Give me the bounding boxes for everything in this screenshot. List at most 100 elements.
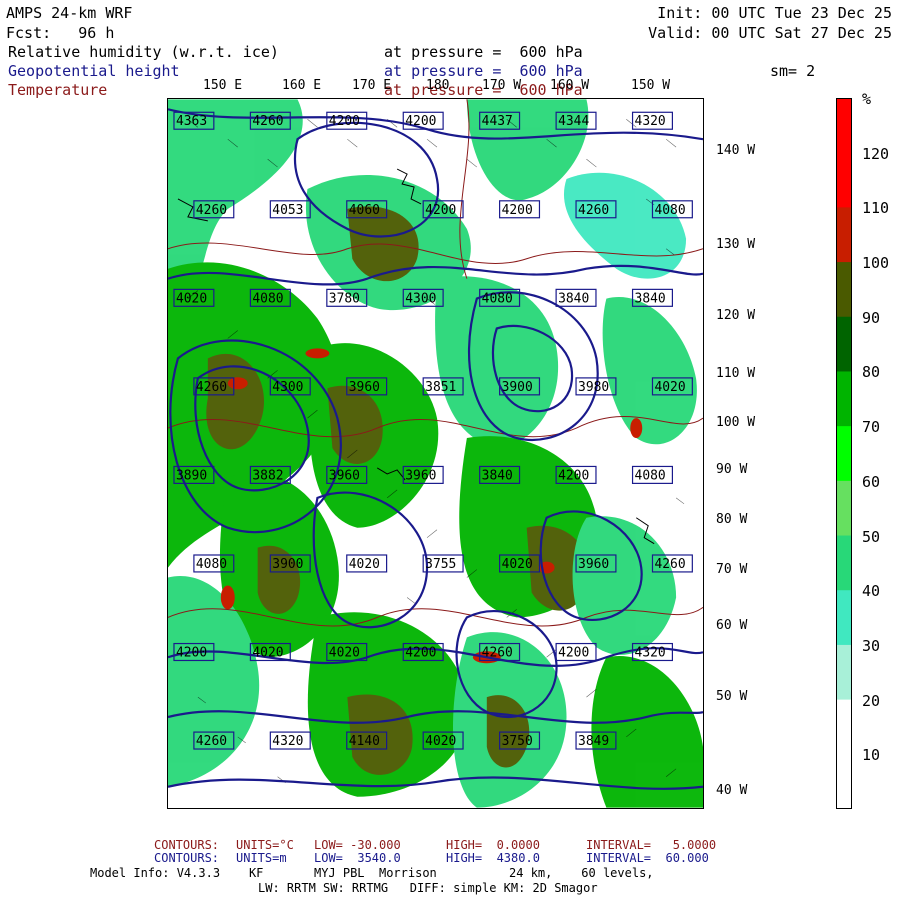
colorbar-swatch	[836, 207, 852, 263]
height-contour-label: 4020	[425, 734, 456, 749]
colorbar-tick-label: 90	[862, 308, 881, 327]
height-contour-label: 3851	[425, 380, 456, 395]
lat-label-70w: 70 W	[716, 562, 748, 577]
footer-height-label: CONTOURS:	[154, 851, 220, 865]
height-contour-label: 4300	[272, 380, 303, 395]
footer-height-units: UNITS=m	[236, 851, 287, 865]
colorbar-tick-label: 10	[862, 746, 881, 765]
height-contour-label: 4320	[635, 114, 666, 129]
height-contour-label: 4200	[558, 645, 589, 660]
colorbar-tick-label: 110	[862, 199, 890, 218]
height-contour-label: 3890	[176, 468, 207, 483]
lat-label-110w: 110 W	[716, 366, 756, 381]
height-contour-label: 3780	[329, 291, 360, 306]
colorbar-swatch	[836, 699, 852, 755]
height-contour-label: 4020	[502, 557, 533, 572]
height-contour-label: 4260	[482, 645, 513, 660]
height-contour-label: 3755	[425, 557, 456, 572]
colorbar-tick-label: 100	[862, 254, 890, 273]
height-contour-label: 4320	[272, 734, 303, 749]
forecast-hour: Fcst: 96 h	[6, 24, 115, 42]
footer-height-low: LOW= 3540.0	[314, 851, 401, 865]
colorbar-swatch	[836, 98, 852, 154]
height-contour-label: 4437	[482, 114, 513, 129]
colorbar-tick-label: 40	[862, 582, 881, 601]
footer-height-high: HIGH= 4380.0	[446, 851, 540, 865]
lon-label-180: 180	[426, 78, 450, 93]
height-contour-label: 4200	[558, 468, 589, 483]
height-contour-label: 4080	[635, 468, 666, 483]
height-contour-label: 4020	[654, 380, 685, 395]
height-contour-label: 4200	[405, 114, 436, 129]
height-contour-label: 4260	[196, 734, 227, 749]
colorbar-tick-label: 60	[862, 472, 881, 491]
height-contour-label: 4200	[405, 645, 436, 660]
footer-temp-interval: INTERVAL= 5.0000	[586, 838, 717, 852]
height-contour-label: 4020	[252, 645, 283, 660]
footer-model-info: Model Info: V4.3.3 KF MYJ PBL Morrison 2…	[90, 866, 654, 880]
height-contour-label: 4320	[635, 645, 666, 660]
lon-label-170w: 170 W	[482, 78, 522, 93]
init-time: Init: 00 UTC Tue 23 Dec 25	[657, 4, 892, 22]
colorbar-swatch	[836, 371, 852, 427]
height-contour-label: 4260	[196, 380, 227, 395]
height-contour-label: 4020	[349, 557, 380, 572]
height-contour-label: 3849	[578, 734, 609, 749]
height-contour-label: 3980	[578, 380, 609, 395]
height-contour-label: 4080	[482, 291, 513, 306]
height-contour-label: 3960	[329, 468, 360, 483]
field-height-name: Geopotential height	[8, 62, 180, 80]
height-contour-label: 3960	[578, 557, 609, 572]
footer-height-interval: INTERVAL= 60.000	[586, 851, 709, 865]
colorbar-tick-label: 20	[862, 691, 881, 710]
height-contour-label: 4260	[654, 557, 685, 572]
height-contour-label: 4260	[252, 114, 283, 129]
colorbar-swatch	[836, 644, 852, 701]
height-contour-label: 4053	[272, 203, 303, 218]
valid-time: Valid: 00 UTC Sat 27 Dec 25	[648, 24, 892, 42]
colorbar-tick-label: 120	[862, 144, 890, 163]
height-contour-label: 3900	[502, 380, 533, 395]
colorbar	[836, 98, 852, 809]
colorbar-swatch	[836, 535, 852, 591]
height-contour-label: 4260	[196, 203, 227, 218]
height-contour-label: 4080	[196, 557, 227, 572]
lat-label-100w: 100 W	[716, 415, 756, 430]
colorbar-swatch	[836, 316, 852, 372]
colorbar-swatch	[836, 754, 852, 809]
footer-temp-low: LOW= -30.000	[314, 838, 401, 852]
height-contour-label: 4344	[558, 114, 589, 129]
height-contour-label: 3900	[272, 557, 303, 572]
field-rh-name: Relative humidity (w.r.t. ice)	[8, 43, 279, 61]
colorbar-swatch	[836, 480, 852, 537]
height-contour-label: 3840	[482, 468, 513, 483]
field-rh-level: at pressure = 600 hPa	[384, 43, 583, 61]
height-contour-label: 3882	[252, 468, 283, 483]
lon-label-160e: 160 E	[282, 78, 322, 93]
height-contour-label: 3750	[502, 734, 533, 749]
height-contour-label: 4200	[329, 114, 360, 129]
lat-label-40w: 40 W	[716, 783, 748, 798]
lat-label-90w: 90 W	[716, 462, 748, 477]
height-contour-label: 3960	[349, 380, 380, 395]
field-temp-name: Temperature	[8, 81, 108, 99]
height-contour-label: 4200	[502, 203, 533, 218]
footer-physics-info: LW: RRTM SW: RRTMG DIFF: simple KM: 2D S…	[258, 881, 598, 895]
colorbar-unit: %	[862, 90, 872, 108]
height-contour-label: 4363	[176, 114, 207, 129]
lon-label-150w: 150 W	[631, 78, 671, 93]
height-contour-label: 4080	[252, 291, 283, 306]
height-contour-label: 4200	[425, 203, 456, 218]
lon-label-170e: 170 E	[352, 78, 392, 93]
lat-label-140w: 140 W	[716, 143, 756, 158]
colorbar-swatch	[836, 152, 852, 208]
colorbar-tick-label: 80	[862, 363, 881, 382]
footer-temp-label: CONTOURS:	[154, 838, 220, 852]
lat-label-60w: 60 W	[716, 618, 748, 633]
smoothing-label: sm= 2	[770, 62, 816, 80]
colorbar-tick-label: 50	[862, 527, 881, 546]
colorbar-swatch	[836, 590, 852, 646]
weather-map: 4363 4260 4200 4200 4437 4344 4320 4260 4053 4060…	[167, 98, 704, 809]
footer-temp-units: UNITS=°C	[236, 838, 294, 852]
height-contour-label: 3840	[558, 291, 589, 306]
